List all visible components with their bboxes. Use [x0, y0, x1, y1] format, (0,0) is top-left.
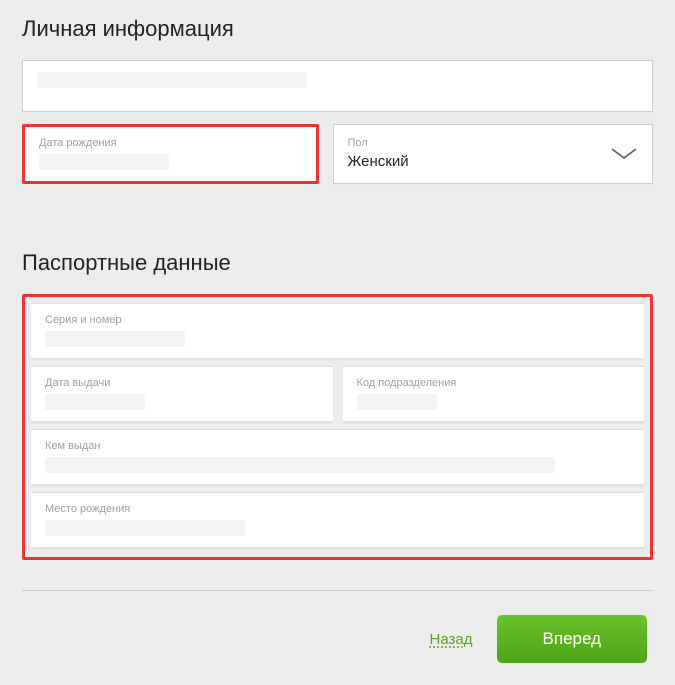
dob-label: Дата рождения — [39, 137, 302, 149]
passport-data-title: Паспортные данные — [22, 250, 653, 276]
footer-actions: Назад Вперед — [22, 615, 653, 663]
department-code-field[interactable]: Код подразделения — [343, 366, 645, 421]
series-label: Серия и номер — [45, 314, 630, 326]
divider — [22, 590, 653, 591]
dob-field[interactable]: Дата рождения — [25, 127, 316, 181]
chevron-down-icon — [610, 147, 638, 161]
series-number-field[interactable]: Серия и номер — [31, 303, 644, 358]
back-link[interactable]: Назад — [430, 631, 473, 648]
passport-fields-group: Серия и номер Дата выдачи Код подразделе… — [22, 294, 653, 560]
issue-date-field[interactable]: Дата выдачи — [31, 366, 333, 421]
birthplace-field[interactable]: Место рождения — [31, 492, 644, 547]
gender-select[interactable]: Пол Женский — [333, 124, 654, 184]
birthplace-label: Место рождения — [45, 503, 630, 515]
issue-date-label: Дата выдачи — [45, 377, 319, 389]
gender-value: Женский — [348, 153, 409, 171]
personal-info-title: Личная информация — [22, 16, 653, 42]
department-code-label: Код подразделения — [357, 377, 631, 389]
gender-label: Пол — [348, 137, 409, 149]
issued-by-field[interactable]: Кем выдан — [31, 429, 644, 484]
issued-by-label: Кем выдан — [45, 440, 630, 452]
forward-button[interactable]: Вперед — [497, 615, 647, 663]
full-name-field[interactable] — [22, 60, 653, 112]
